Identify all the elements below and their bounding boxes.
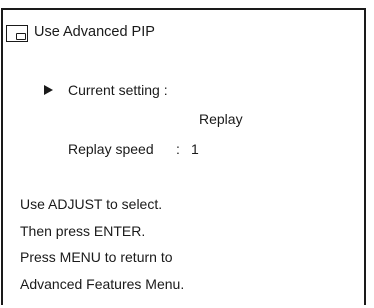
instruction-line-1: Use ADJUST to select. (20, 196, 163, 212)
replay-speed-separator: : (176, 141, 180, 157)
instruction-line-3: Press MENU to return to (20, 249, 173, 265)
triangle-pointer-icon (44, 85, 53, 95)
menu-title: Use Advanced PIP (34, 24, 155, 40)
pip-inset-icon (16, 33, 26, 40)
replay-speed-label: Replay speed (68, 141, 154, 157)
current-setting-label: Current setting : (68, 82, 168, 98)
current-setting-value[interactable]: Replay (199, 111, 243, 127)
pip-window-icon (6, 25, 28, 42)
instruction-line-4: Advanced Features Menu. (20, 276, 185, 292)
instruction-line-2: Then press ENTER. (20, 223, 146, 239)
replay-speed-value[interactable]: 1 (191, 141, 199, 157)
